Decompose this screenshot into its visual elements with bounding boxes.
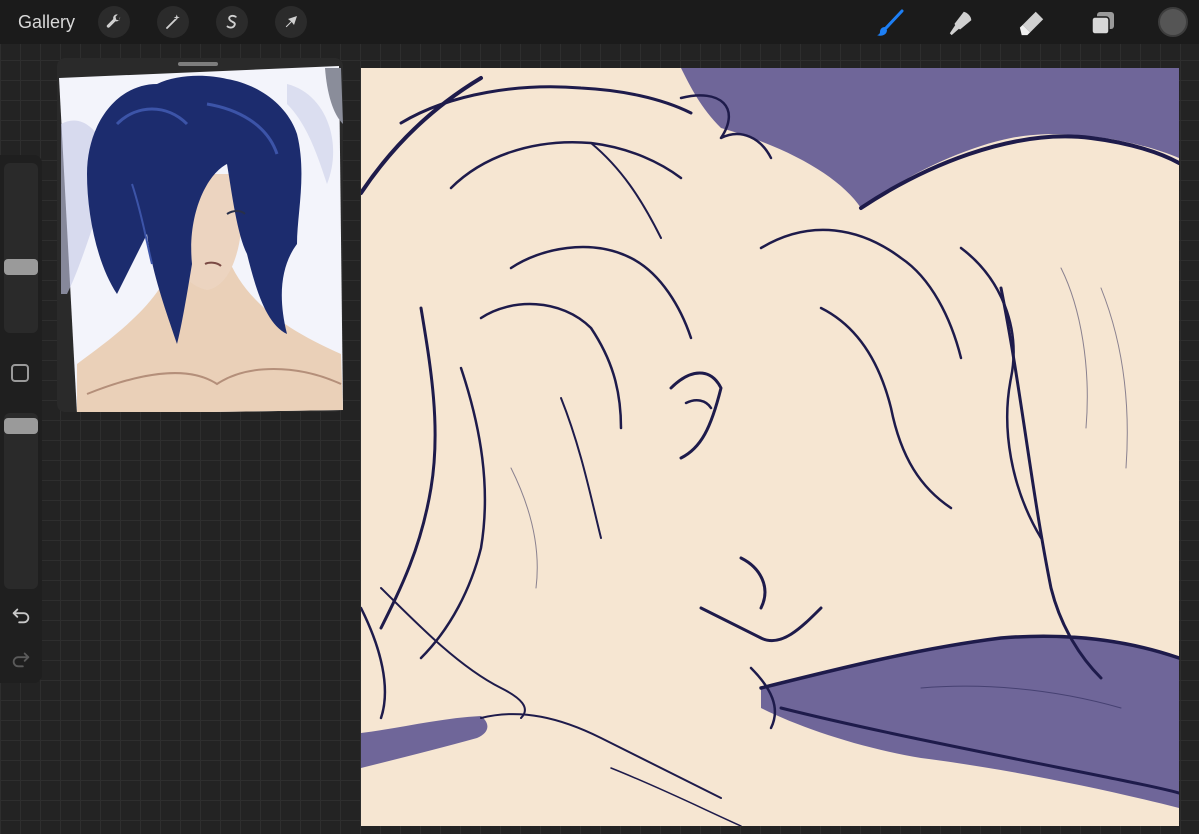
- transform-button[interactable]: [275, 6, 307, 38]
- left-sidebar: [0, 155, 42, 683]
- layers-icon: [1091, 12, 1114, 35]
- selection-s-icon: [226, 14, 237, 29]
- adjustments-button[interactable]: [157, 6, 189, 38]
- actions-button[interactable]: [98, 6, 130, 38]
- modify-button[interactable]: [11, 364, 29, 382]
- undo-icon[interactable]: [10, 604, 32, 626]
- gallery-button[interactable]: Gallery: [18, 12, 75, 33]
- brush-size-handle[interactable]: [4, 259, 38, 275]
- reference-panel[interactable]: [57, 58, 343, 412]
- eraser-icon: [1019, 11, 1044, 36]
- opacity-handle[interactable]: [4, 418, 38, 434]
- top-toolbar: Gallery: [0, 0, 1199, 44]
- color-swatch[interactable]: [1158, 7, 1188, 37]
- layers-button[interactable]: [1088, 8, 1118, 38]
- smudge-icon: [949, 11, 972, 36]
- canvas-artwork: [361, 68, 1179, 826]
- redo-icon[interactable]: [10, 648, 32, 670]
- wrench-icon: [106, 14, 121, 28]
- drawing-canvas[interactable]: [361, 68, 1179, 826]
- smudge-button[interactable]: [946, 8, 976, 38]
- eraser-button[interactable]: [1017, 8, 1047, 38]
- magic-wand-icon: [166, 14, 180, 29]
- reference-image: [59, 66, 343, 412]
- selection-button[interactable]: [216, 6, 248, 38]
- brush-button[interactable]: [875, 8, 905, 38]
- brush-size-slider[interactable]: [4, 163, 38, 333]
- arrow-cursor-icon: [285, 16, 297, 28]
- opacity-slider[interactable]: [4, 413, 38, 589]
- brush-icon: [877, 9, 904, 36]
